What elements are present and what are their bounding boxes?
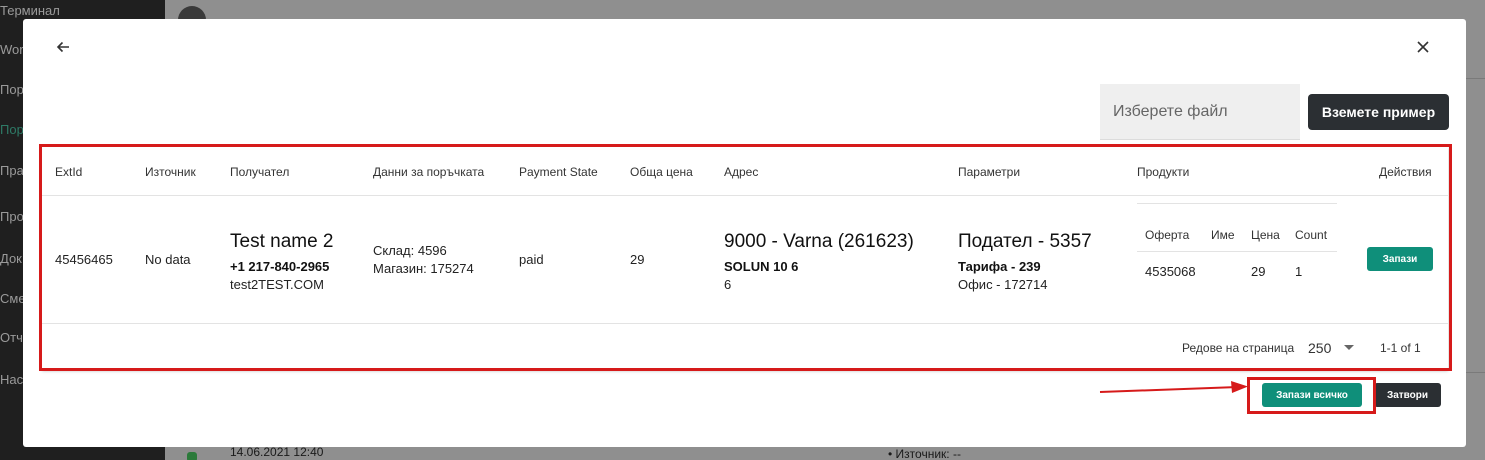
column-header-total-price: Обща цена — [630, 165, 693, 179]
column-header-address: Адрес — [724, 165, 759, 179]
cell-recipient-name: Test name 2 — [230, 231, 334, 252]
bg-nav-item: Сме — [0, 291, 26, 306]
cell-tariff: Тарифа - 239 — [958, 259, 1041, 274]
column-header-products: Продукти — [1137, 165, 1190, 179]
background-divider — [1466, 78, 1485, 79]
get-example-button[interactable]: Вземете пример — [1308, 94, 1449, 130]
header-divider — [42, 195, 1448, 196]
column-header-source: Източник — [145, 165, 196, 179]
cell-address-city: 9000 - Varna (261623) — [724, 231, 914, 252]
column-header-actions: Действия — [1379, 165, 1432, 179]
products-header-offer: Оферта — [1145, 228, 1190, 242]
back-arrow-icon[interactable] — [51, 35, 75, 59]
products-cell-count: 1 — [1295, 264, 1303, 279]
cell-address-street: SOLUN 10 6 — [724, 259, 799, 274]
cell-office: Офис - 172714 — [958, 277, 1048, 292]
cell-address-extra: 6 — [724, 277, 732, 292]
background-status-dot — [187, 452, 197, 460]
save-row-button[interactable]: Запази — [1367, 247, 1433, 271]
cell-total-price: 29 — [630, 252, 645, 267]
pagination-range: 1-1 of 1 — [1380, 341, 1421, 355]
save-all-button[interactable]: Запази всичко — [1262, 383, 1362, 407]
products-header-count: Count — [1295, 228, 1328, 242]
cell-order-shop: Магазин: 175274 — [373, 261, 474, 276]
products-cell-offer: 4535068 — [1145, 264, 1196, 279]
column-header-payment-state: Payment State — [519, 165, 598, 179]
background-divider — [1466, 372, 1485, 373]
products-table-top-border — [1137, 203, 1337, 204]
arrow-annotation-icon — [1099, 381, 1248, 393]
products-cell-price: 29 — [1251, 264, 1266, 279]
file-input-placeholder: Изберете файл — [1113, 102, 1228, 120]
column-header-order-data: Данни за поръчката — [373, 165, 485, 179]
rows-per-page-select[interactable]: 250 — [1308, 337, 1358, 359]
cell-recipient-phone: +1 217-840-2965 — [230, 259, 330, 274]
import-table: ExtId Източник Получател Данни за поръчк… — [42, 147, 1448, 370]
footer-divider — [42, 323, 1448, 324]
cell-source: No data — [145, 252, 191, 267]
bg-nav-item: Терминал — [0, 3, 60, 18]
products-header-divider — [1137, 251, 1337, 252]
bg-nav-item: Wor — [0, 42, 24, 57]
rows-per-page-label: Редове на страница — [1182, 341, 1295, 355]
column-header-extid: ExtId — [55, 165, 83, 179]
background-source: • Източник: -- — [888, 447, 961, 460]
cell-order-warehouse: Склад: 4596 — [373, 243, 447, 258]
column-header-recipient: Получател — [230, 165, 290, 179]
background-date: 14.06.2021 12:40 — [230, 445, 324, 459]
products-header-name: Име — [1211, 228, 1235, 242]
bg-nav-item: Док — [0, 251, 22, 266]
cell-payment-state: paid — [519, 252, 544, 267]
close-button[interactable]: Затвори — [1374, 383, 1441, 407]
import-dialog: Изберете файл Вземете пример ExtId Източ… — [23, 19, 1466, 447]
cell-sender: Подател - 5357 — [958, 231, 1092, 252]
cell-recipient-email: test2TEST.COM — [230, 277, 324, 292]
close-icon[interactable] — [1411, 35, 1435, 59]
rows-per-page-value: 250 — [1308, 340, 1332, 356]
column-header-parameters: Параметри — [958, 165, 1021, 179]
chevron-down-icon — [1344, 345, 1354, 350]
bg-nav-item: Пор — [0, 82, 24, 97]
cell-extid: 45456465 — [55, 252, 113, 267]
bg-nav-item: Нас — [0, 372, 24, 387]
file-input[interactable]: Изберете файл — [1100, 84, 1300, 140]
products-header-price: Цена — [1251, 228, 1280, 242]
